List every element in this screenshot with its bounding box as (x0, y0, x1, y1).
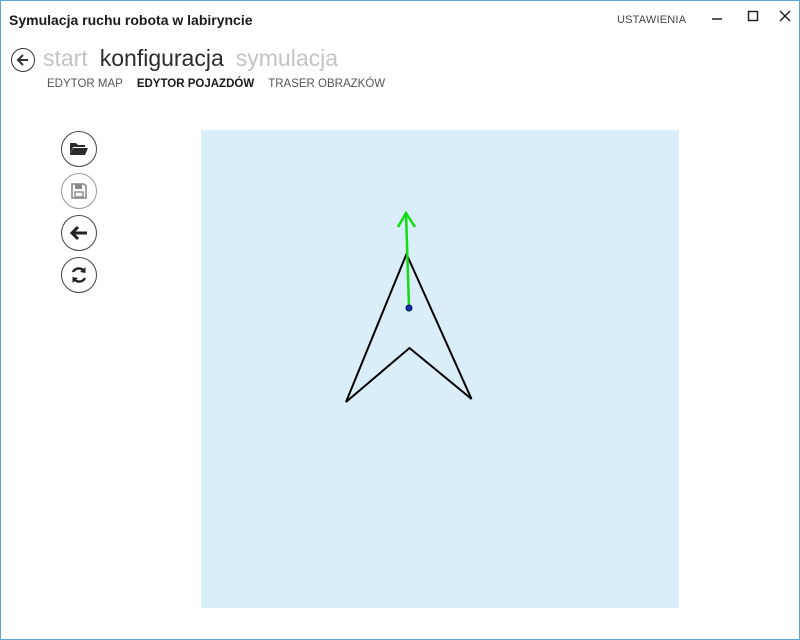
close-icon (779, 10, 791, 22)
tab-vehicle-editor[interactable]: EDYTOR POJAZDÓW (137, 78, 254, 90)
close-button[interactable] (773, 6, 797, 26)
arrow-left-icon (69, 225, 87, 241)
direction-arrow-shaft (404, 212, 411, 309)
maximize-icon (747, 10, 759, 22)
folder-open-icon (70, 143, 88, 155)
app-title: Symulacja ruchu robota w labiryncie (9, 12, 253, 28)
vehicle-drawing (345, 210, 473, 403)
undo-button[interactable] (61, 215, 97, 251)
save-button[interactable] (61, 173, 97, 209)
minimize-icon (712, 18, 722, 20)
title-bar: Symulacja ruchu robota w labiryncie USTA… (1, 1, 799, 39)
minimize-button[interactable] (705, 6, 729, 26)
app-window: Symulacja ruchu robota w labiryncie USTA… (0, 0, 800, 640)
refresh-button[interactable] (61, 257, 97, 293)
settings-link[interactable]: USTAWIENIA (617, 14, 686, 26)
back-button[interactable] (11, 48, 35, 72)
refresh-icon (71, 267, 87, 283)
breadcrumb-symulacja[interactable]: symulacja (236, 45, 338, 72)
breadcrumb-konfiguracja[interactable]: konfiguracja (100, 45, 224, 72)
editor-toolbar (61, 131, 101, 299)
open-button[interactable] (61, 131, 97, 167)
vehicle-canvas[interactable] (201, 130, 679, 608)
tab-map-editor[interactable]: EDYTOR MAP (47, 78, 123, 90)
breadcrumb: start konfiguracja symulacja (43, 45, 338, 75)
vehicle-center-point (405, 304, 413, 312)
tab-image-tracer[interactable]: TRASER OBRAZKÓW (268, 78, 385, 90)
subtabs: EDYTOR MAP EDYTOR POJAZDÓW TRASER OBRAZK… (47, 78, 385, 90)
arrow-left-icon (16, 54, 28, 66)
breadcrumb-start[interactable]: start (43, 45, 88, 72)
maximize-button[interactable] (741, 6, 765, 26)
floppy-disk-icon (71, 183, 87, 199)
